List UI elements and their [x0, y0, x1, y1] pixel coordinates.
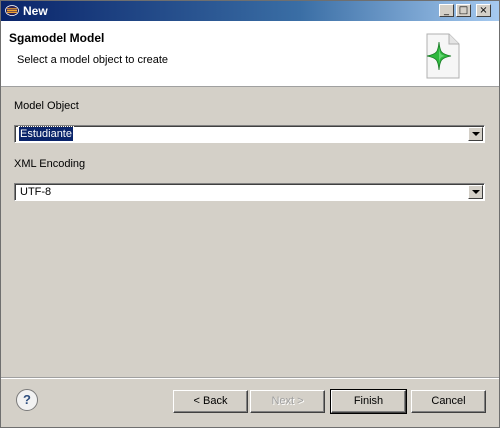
next-button[interactable]: Next > — [250, 390, 325, 413]
finish-button[interactable]: Finish — [330, 389, 407, 414]
back-button[interactable]: < Back — [173, 390, 248, 413]
xml-encoding-combo[interactable]: UTF-8 — [14, 183, 485, 201]
wizard-description: Select a model object to create — [17, 54, 169, 66]
chevron-down-icon[interactable] — [468, 127, 483, 141]
new-wizard-dialog: New _ □ × Sgamodel Model Select a model … — [0, 0, 500, 428]
wizard-title: Sgamodel Model — [9, 31, 105, 45]
model-object-label: Model Object — [14, 100, 79, 112]
model-object-combo[interactable]: Estudiante — [14, 125, 485, 143]
window-title: New — [23, 4, 48, 18]
eclipse-icon — [5, 5, 19, 16]
maximize-button[interactable]: □ — [456, 4, 471, 17]
wizard-header: Sgamodel Model Select a model object to … — [1, 21, 499, 87]
xml-encoding-label: XML Encoding — [14, 158, 86, 170]
minimize-button[interactable]: _ — [439, 4, 454, 17]
new-model-wizard-icon — [426, 33, 460, 79]
xml-encoding-value: UTF-8 — [20, 186, 52, 198]
close-button[interactable]: × — [476, 4, 491, 17]
help-button[interactable]: ? — [16, 389, 38, 411]
model-object-value: Estudiante — [18, 126, 74, 142]
chevron-down-icon[interactable] — [468, 185, 483, 199]
cancel-button[interactable]: Cancel — [411, 390, 486, 413]
footer-separator — [1, 377, 499, 379]
title-bar[interactable]: New _ □ × — [1, 1, 499, 21]
